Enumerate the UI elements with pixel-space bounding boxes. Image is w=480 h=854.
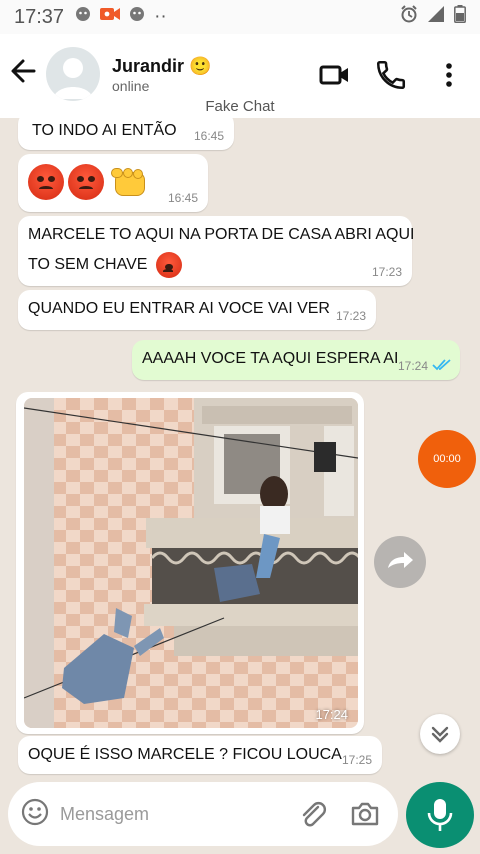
- image-photo[interactable]: 17:24: [24, 398, 358, 728]
- notification-icon: [74, 5, 92, 29]
- message-text: TO INDO AI ENTÃO: [32, 122, 177, 139]
- back-button[interactable]: [8, 54, 38, 88]
- forward-button[interactable]: [374, 536, 426, 588]
- message-bubble[interactable]: 16:45: [18, 154, 208, 212]
- contact-name[interactable]: Jurandir 🙂: [112, 56, 211, 77]
- message-text: TO SEM CHAVE: [28, 256, 148, 274]
- photo-building-balcony: [24, 398, 358, 728]
- video-call-button[interactable]: [318, 58, 352, 92]
- forward-arrow-icon: [388, 552, 413, 568]
- video-camera-icon: [319, 65, 348, 85]
- scroll-to-bottom-button[interactable]: [420, 714, 460, 754]
- chat-area[interactable]: TO INDO AI ENTÃO 16:45 16:45 MARCELE TO …: [0, 118, 480, 780]
- image-message[interactable]: 17:24: [16, 392, 364, 734]
- kebab-menu-icon: [446, 63, 452, 87]
- video-notification-icon: [100, 6, 121, 28]
- angry-face-icon: [68, 164, 105, 200]
- message-time: 17:24: [397, 359, 428, 373]
- signal-icon: [428, 6, 444, 28]
- camera-icon: [351, 802, 379, 826]
- message-bubble[interactable]: QUANDO EU ENTRAR AI VOCE VAI VER 17:23: [18, 290, 376, 330]
- emoji-button[interactable]: [20, 797, 54, 831]
- message-bubble[interactable]: OQUE É ISSO MARCELE ? FICOU LOUCA 17:25: [18, 736, 382, 774]
- status-bar: 17:37 ··: [0, 0, 480, 34]
- message-text: OQUE É ISSO MARCELE ? FICOU LOUCA: [28, 746, 342, 763]
- phone-icon: [376, 60, 406, 90]
- message-text: QUANDO EU ENTRAR AI VOCE VAI VER: [28, 300, 330, 317]
- message-text-line-2: TO SEM CHAVE: [28, 252, 182, 278]
- more-options-button[interactable]: [434, 58, 464, 92]
- screen-recorder-button[interactable]: 00:00: [418, 430, 476, 488]
- message-time: 17:24: [315, 707, 348, 722]
- voice-message-button[interactable]: [406, 782, 474, 848]
- alarm-icon: [400, 5, 418, 29]
- message-time: 17:25: [341, 753, 372, 767]
- message-text: MARCELE TO AQUI NA PORTA DE CASA ABRI AQ…: [28, 226, 415, 243]
- message-time: 17:23: [335, 309, 366, 323]
- angry-face-icon: [28, 164, 64, 200]
- camera-button[interactable]: [348, 797, 382, 831]
- notification-icon-2: [128, 5, 146, 29]
- voice-call-button[interactable]: [374, 58, 408, 92]
- battery-icon: [454, 5, 466, 29]
- smiley-icon: [21, 798, 49, 826]
- angry-face-icon: [155, 252, 182, 278]
- message-bubble[interactable]: TO INDO AI ENTÃO 16:45: [18, 118, 234, 150]
- message-time: 16:45: [167, 191, 198, 205]
- read-ticks-icon: [432, 359, 451, 371]
- chat-header: Jurandir 🙂 online Fake Chat: [0, 34, 480, 118]
- message-composer[interactable]: Mensagem: [8, 782, 398, 846]
- more-notifications-indicator: ··: [154, 6, 167, 27]
- avatar[interactable]: [46, 47, 100, 101]
- message-input[interactable]: Mensagem: [60, 804, 149, 825]
- arrow-left-icon: [11, 59, 36, 83]
- watermark: Fake Chat: [205, 98, 275, 115]
- message-time: 16:45: [193, 129, 224, 143]
- status-time: 17:37: [14, 5, 65, 28]
- contact-status: online: [112, 78, 150, 94]
- message-bubble-outgoing[interactable]: AAAAH VOCE TA AQUI ESPERA AI 17:24: [132, 340, 460, 380]
- message-bubble[interactable]: MARCELE TO AQUI NA PORTA DE CASA ABRI AQ…: [18, 216, 415, 286]
- message-text: AAAAH VOCE TA AQUI ESPERA AI: [142, 350, 399, 367]
- oncoming-fist-icon: [109, 164, 149, 200]
- default-avatar-icon: [53, 58, 93, 99]
- attach-button[interactable]: [296, 797, 330, 831]
- microphone-icon: [427, 799, 453, 831]
- message-time: 17:23: [371, 265, 402, 279]
- double-chevron-down-icon: [431, 726, 449, 743]
- paperclip-icon: [302, 802, 326, 827]
